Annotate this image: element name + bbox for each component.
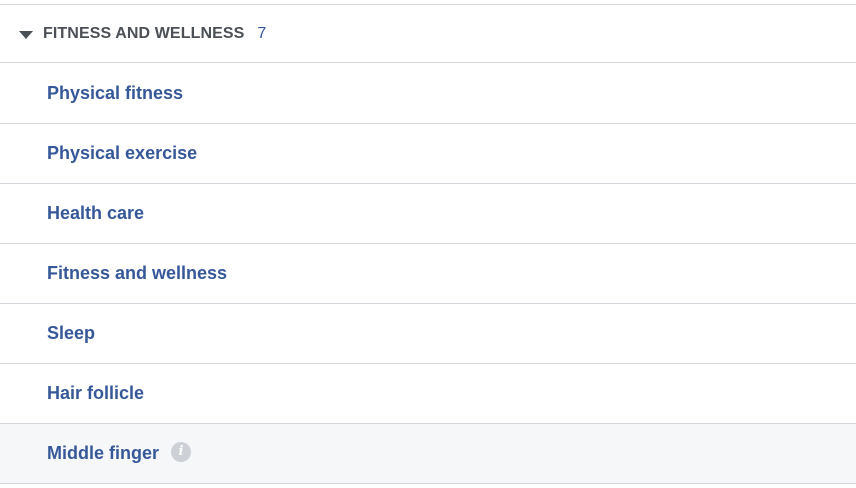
section-title: FITNESS AND WELLNESS [43, 24, 245, 42]
info-icon[interactable]: i [171, 441, 191, 462]
item-label[interactable]: Health care [47, 203, 144, 224]
list-item-health-care[interactable]: Health care [0, 184, 856, 244]
item-label[interactable]: Sleep [47, 323, 95, 344]
list-item-middle-finger[interactable]: Middle finger i [0, 424, 856, 484]
item-label[interactable]: Physical exercise [47, 143, 197, 164]
list-item-hair-follicle[interactable]: Hair follicle [0, 364, 856, 424]
item-label[interactable]: Middle finger [47, 443, 159, 464]
list-item-physical-exercise[interactable]: Physical exercise [0, 124, 856, 184]
caret-down-icon[interactable] [19, 30, 33, 39]
list-item-sleep[interactable]: Sleep [0, 304, 856, 364]
section-count: 7 [257, 24, 267, 42]
list-item-fitness-and-wellness[interactable]: Fitness and wellness [0, 244, 856, 304]
item-label[interactable]: Physical fitness [47, 83, 183, 104]
list-item-physical-fitness[interactable]: Physical fitness [0, 64, 856, 124]
section-header-fitness-and-wellness[interactable]: FITNESS AND WELLNESS 7 [0, 5, 856, 63]
interests-panel: FITNESS AND WELLNESS 7 Physical fitness … [0, 0, 856, 488]
item-label[interactable]: Hair follicle [47, 383, 144, 404]
item-label[interactable]: Fitness and wellness [47, 263, 227, 284]
interest-list: Physical fitness Physical exercise Healt… [0, 64, 856, 484]
